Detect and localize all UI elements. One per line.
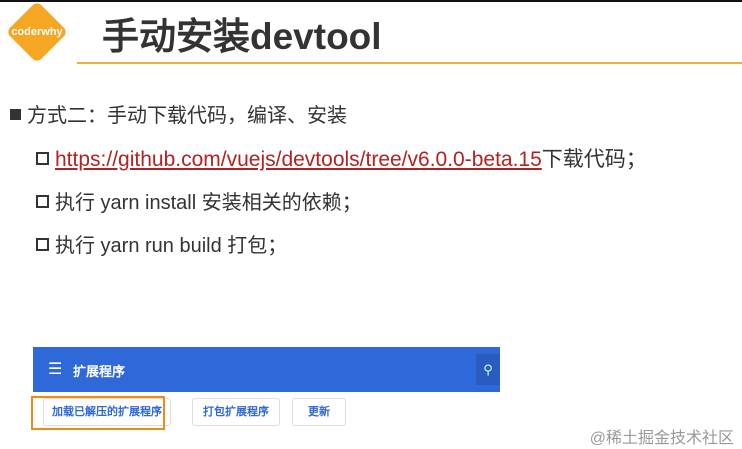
checkbox-icon: [36, 238, 49, 251]
item-text: 执行 yarn run build 打包；: [55, 235, 288, 257]
link-suffix: 下载代码；: [541, 148, 647, 171]
item-link: https://github.com/vuejs/devtools/tree/v…: [36, 143, 647, 173]
item-build: 执行 yarn run build 打包；: [36, 229, 287, 258]
item-text: 执行 yarn install 安装相关的依赖；: [55, 192, 362, 214]
logo: coderwhy: [5, 0, 69, 66]
bullet-text: 方式二：手动下载代码，编译、安装: [27, 105, 347, 127]
search-icon[interactable]: ⚲: [476, 354, 500, 385]
menu-icon[interactable]: ☰: [48, 359, 62, 379]
logo-text: coderwhy: [11, 26, 63, 38]
highlight-box: [31, 396, 165, 430]
github-link[interactable]: https://github.com/vuejs/devtools/tree/v…: [55, 148, 542, 171]
extensions-title: 扩展程序: [73, 364, 126, 379]
item-install: 执行 yarn install 安装相关的依赖；: [36, 186, 362, 215]
checkbox-icon: [36, 195, 49, 208]
bullet-icon: [10, 109, 21, 120]
pack-extension-button[interactable]: 打包扩展程序: [192, 398, 280, 426]
bullet-main: 方式二：手动下载代码，编译、安装: [10, 99, 347, 128]
top-border: [0, 0, 742, 2]
extensions-header: ☰ 扩展程序 ⚲: [33, 347, 500, 392]
update-button[interactable]: 更新: [292, 398, 346, 426]
checkbox-icon: [36, 152, 49, 165]
watermark: @稀土掘金技术社区: [589, 430, 734, 447]
slide-title: 手动安装devtool: [102, 16, 382, 57]
title-rule: [77, 62, 742, 64]
